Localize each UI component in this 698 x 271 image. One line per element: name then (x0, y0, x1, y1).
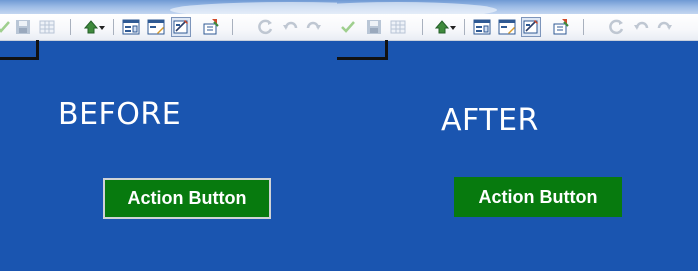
form-icon[interactable] (473, 18, 491, 36)
selected-cell-border (337, 40, 388, 60)
toolbar-separator (583, 19, 584, 35)
design-mode-icon[interactable] (171, 17, 191, 37)
action-button-after[interactable]: Action Button (454, 177, 622, 217)
form-edit-icon[interactable] (498, 18, 516, 36)
undo-icon[interactable] (281, 18, 299, 36)
save-icon[interactable] (14, 18, 32, 36)
toolbar-separator (464, 19, 465, 35)
window-top-strip (0, 0, 337, 18)
grid-icon[interactable] (389, 18, 407, 36)
before-heading: BEFORE (58, 97, 182, 132)
up-arrow-icon[interactable] (82, 18, 106, 36)
toolbar-separator (422, 19, 423, 35)
toolbar (0, 14, 337, 41)
refresh-icon[interactable] (257, 18, 275, 36)
redo-icon[interactable] (656, 18, 674, 36)
after-panel: AFTER Action Button (337, 0, 698, 271)
toolbar-separator (232, 19, 233, 35)
after-heading: AFTER (441, 103, 539, 138)
check-icon[interactable] (0, 18, 12, 36)
toolbar-separator (70, 19, 71, 35)
grid-icon[interactable] (38, 18, 56, 36)
properties-icon[interactable] (202, 18, 220, 36)
before-panel: BEFORE Action Button (0, 0, 337, 271)
toolbar-separator (113, 19, 114, 35)
properties-icon[interactable] (552, 18, 570, 36)
check-icon[interactable] (339, 18, 357, 36)
form-edit-icon[interactable] (147, 18, 165, 36)
refresh-icon[interactable] (608, 18, 626, 36)
action-button-before[interactable]: Action Button (103, 178, 271, 219)
form-icon[interactable] (122, 18, 140, 36)
window-top-strip (337, 0, 698, 18)
save-icon[interactable] (365, 18, 383, 36)
selected-cell-border (0, 40, 39, 60)
undo-icon[interactable] (632, 18, 650, 36)
up-arrow-icon[interactable] (433, 18, 457, 36)
redo-icon[interactable] (305, 18, 323, 36)
design-mode-icon[interactable] (521, 17, 541, 37)
toolbar (337, 14, 698, 41)
